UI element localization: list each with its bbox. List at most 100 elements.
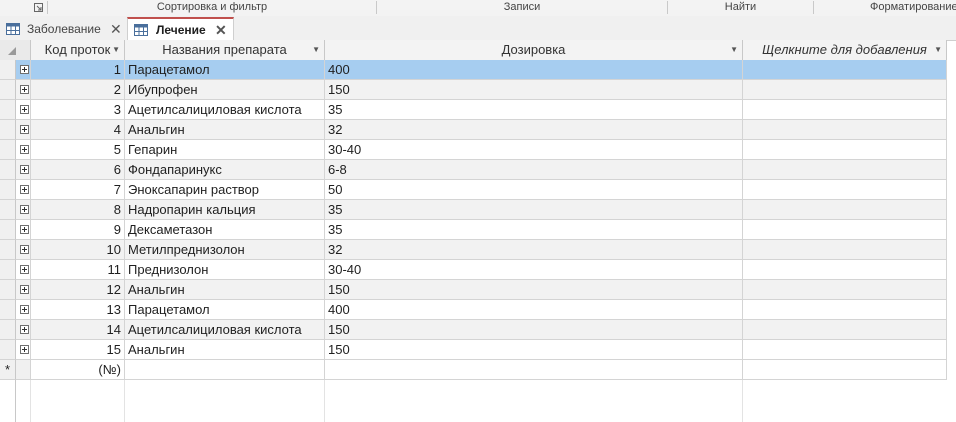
dialog-launcher-icon[interactable] — [34, 3, 43, 12]
table-row[interactable]: 14 Ацетилсалициловая кислота 150 — [0, 320, 947, 340]
cell-drug-name[interactable]: Парацетамол — [125, 300, 325, 320]
cell-dosage[interactable]: 150 — [325, 320, 743, 340]
cell-id[interactable]: 6 — [31, 160, 125, 180]
close-icon[interactable]: ✕ — [215, 19, 227, 41]
table-row[interactable]: 9 Дексаметазон 35 — [0, 220, 947, 240]
cell-dosage[interactable]: 35 — [325, 100, 743, 120]
cell-id[interactable]: 7 — [31, 180, 125, 200]
cell-dosage[interactable]: 30-40 — [325, 260, 743, 280]
cell-dosage[interactable]: 35 — [325, 220, 743, 240]
expand-plus-icon[interactable] — [20, 105, 29, 114]
cell-drug-name[interactable]: Ацетилсалициловая кислота — [125, 100, 325, 120]
cell-add-column[interactable] — [743, 220, 947, 240]
expand-plus-icon[interactable] — [20, 145, 29, 154]
tab-lechenie[interactable]: Лечение ✕ — [127, 17, 234, 41]
cell-dosage[interactable]: 32 — [325, 120, 743, 140]
cell-add-column[interactable] — [743, 200, 947, 220]
cell-drug-name[interactable]: Эноксапарин раствор — [125, 180, 325, 200]
new-record-name[interactable] — [125, 360, 325, 380]
cell-drug-name[interactable]: Надропарин кальция — [125, 200, 325, 220]
record-selector[interactable] — [0, 180, 16, 200]
cell-id[interactable]: 5 — [31, 140, 125, 160]
expand-plus-icon[interactable] — [20, 225, 29, 234]
cell-add-column[interactable] — [743, 240, 947, 260]
table-row[interactable]: 4 Анальгин 32 — [0, 120, 947, 140]
column-header-add[interactable]: Щелкните для добавления ▼ — [743, 40, 947, 60]
record-selector[interactable] — [0, 260, 16, 280]
cell-drug-name[interactable]: Метилпреднизолон — [125, 240, 325, 260]
cell-drug-name[interactable]: Анальгин — [125, 340, 325, 360]
cell-id[interactable]: 12 — [31, 280, 125, 300]
cell-drug-name[interactable]: Анальгин — [125, 120, 325, 140]
select-all-icon[interactable] — [0, 40, 31, 60]
table-row[interactable]: 1 Парацетамол 400 — [0, 60, 947, 80]
table-row[interactable]: 7 Эноксапарин раствор 50 — [0, 180, 947, 200]
cell-drug-name[interactable]: Анальгин — [125, 280, 325, 300]
cell-id[interactable]: 2 — [31, 80, 125, 100]
expand-plus-icon[interactable] — [20, 325, 29, 334]
tab-zabolevanie[interactable]: Заболевание ✕ — [0, 18, 127, 40]
cell-add-column[interactable] — [743, 80, 947, 100]
record-selector[interactable] — [0, 160, 16, 180]
cell-drug-name[interactable]: Ибупрофен — [125, 80, 325, 100]
cell-add-column[interactable] — [743, 260, 947, 280]
cell-drug-name[interactable]: Дексаметазон — [125, 220, 325, 240]
cell-drug-name[interactable]: Преднизолон — [125, 260, 325, 280]
cell-add-column[interactable] — [743, 140, 947, 160]
new-record-row[interactable]: * (№) — [0, 360, 947, 380]
new-record-dose[interactable] — [325, 360, 743, 380]
table-row[interactable]: 3 Ацетилсалициловая кислота 35 — [0, 100, 947, 120]
cell-add-column[interactable] — [743, 280, 947, 300]
cell-drug-name[interactable]: Ацетилсалициловая кислота — [125, 320, 325, 340]
close-icon[interactable]: ✕ — [110, 18, 122, 40]
record-selector[interactable] — [0, 220, 16, 240]
record-selector[interactable] — [0, 200, 16, 220]
record-selector[interactable] — [0, 60, 16, 80]
cell-dosage[interactable]: 400 — [325, 300, 743, 320]
table-row[interactable]: 2 Ибупрофен 150 — [0, 80, 947, 100]
cell-dosage[interactable]: 50 — [325, 180, 743, 200]
table-row[interactable]: 8 Надропарин кальция 35 — [0, 200, 947, 220]
cell-dosage[interactable]: 35 — [325, 200, 743, 220]
record-selector[interactable] — [0, 340, 16, 360]
cell-add-column[interactable] — [743, 340, 947, 360]
column-header-kod[interactable]: Код проток ▼ — [31, 40, 125, 60]
dropdown-arrow-icon[interactable]: ▼ — [312, 40, 320, 60]
expand-plus-icon[interactable] — [20, 65, 29, 74]
cell-dosage[interactable]: 150 — [325, 280, 743, 300]
cell-dosage[interactable]: 32 — [325, 240, 743, 260]
cell-id[interactable]: 4 — [31, 120, 125, 140]
cell-dosage[interactable]: 30-40 — [325, 140, 743, 160]
cell-add-column[interactable] — [743, 300, 947, 320]
expand-plus-icon[interactable] — [20, 265, 29, 274]
cell-dosage[interactable]: 400 — [325, 60, 743, 80]
expand-plus-icon[interactable] — [20, 165, 29, 174]
cell-dosage[interactable]: 150 — [325, 80, 743, 100]
expand-plus-icon[interactable] — [20, 85, 29, 94]
table-row[interactable]: 11 Преднизолон 30-40 — [0, 260, 947, 280]
cell-id[interactable]: 13 — [31, 300, 125, 320]
cell-id[interactable]: 1 — [31, 60, 125, 80]
cell-id[interactable]: 9 — [31, 220, 125, 240]
record-selector[interactable] — [0, 300, 16, 320]
table-row[interactable]: 6 Фондапаринукс 6-8 — [0, 160, 947, 180]
new-record-add[interactable] — [743, 360, 947, 380]
cell-drug-name[interactable]: Парацетамол — [125, 60, 325, 80]
dropdown-arrow-icon[interactable]: ▼ — [730, 40, 738, 60]
cell-add-column[interactable] — [743, 180, 947, 200]
record-selector[interactable] — [0, 240, 16, 260]
column-header-dose[interactable]: Дозировка ▼ — [325, 40, 743, 60]
record-selector[interactable] — [0, 140, 16, 160]
expand-plus-icon[interactable] — [20, 305, 29, 314]
cell-add-column[interactable] — [743, 160, 947, 180]
dropdown-arrow-icon[interactable]: ▼ — [934, 40, 942, 60]
cell-add-column[interactable] — [743, 60, 947, 80]
cell-id[interactable]: 14 — [31, 320, 125, 340]
column-header-name[interactable]: Названия препарата ▼ — [125, 40, 325, 60]
record-selector[interactable] — [0, 80, 16, 100]
table-row[interactable]: 5 Гепарин 30-40 — [0, 140, 947, 160]
cell-drug-name[interactable]: Гепарин — [125, 140, 325, 160]
cell-add-column[interactable] — [743, 320, 947, 340]
cell-id[interactable]: 15 — [31, 340, 125, 360]
table-row[interactable]: 13 Парацетамол 400 — [0, 300, 947, 320]
